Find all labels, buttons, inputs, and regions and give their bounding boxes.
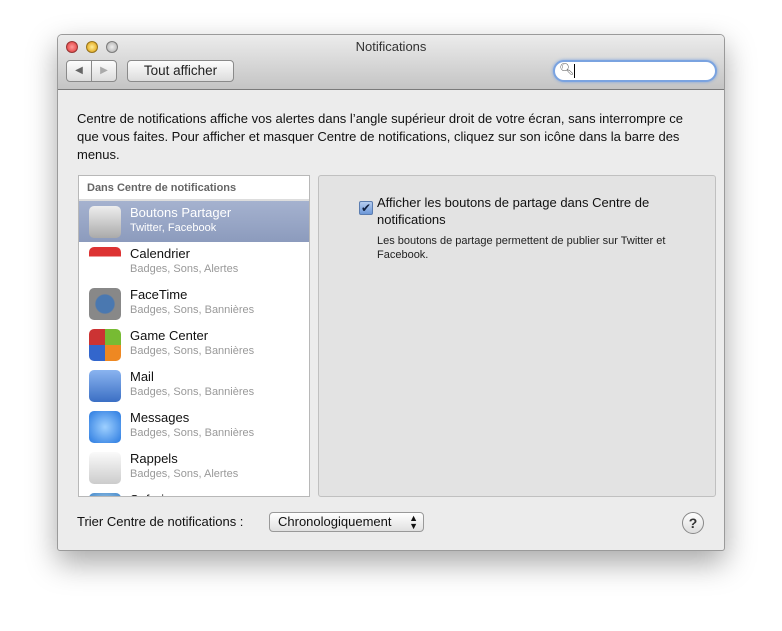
item-name: Rappels	[130, 451, 178, 466]
list-item[interactable]: Boutons Partager Twitter, Facebook	[79, 201, 309, 242]
item-name: Mail	[130, 369, 154, 384]
checkbox-description: Les boutons de partage permettent de pub…	[377, 235, 666, 261]
list-item[interactable]: Mail Badges, Sons, Bannières	[79, 365, 309, 406]
apps-list[interactable]: Dans Centre de notifications Boutons Par…	[78, 175, 310, 497]
back-button[interactable]: ◀	[66, 60, 92, 82]
help-button[interactable]: ?	[682, 512, 704, 534]
list-item[interactable]: Messages Badges, Sons, Bannières	[79, 406, 309, 447]
intro-text: Centre de notifications affiche vos aler…	[77, 111, 684, 162]
show-all-button[interactable]: Tout afficher	[127, 60, 234, 82]
reminders-icon	[89, 452, 121, 484]
item-name: Game Center	[130, 328, 209, 343]
share-buttons-checkbox[interactable]: ✔	[359, 201, 373, 215]
calendar-icon	[89, 247, 121, 279]
list-item[interactable]: Calendrier Badges, Sons, Alertes	[79, 242, 309, 283]
safari-icon	[89, 493, 121, 496]
search-icon: 🔍︎	[559, 62, 575, 76]
sort-label: Trier Centre de notifications :	[77, 514, 244, 529]
game-center-icon	[89, 329, 121, 361]
updown-arrows-icon: ▲ ▼	[409, 513, 418, 531]
checkbox-label[interactable]: Afficher les boutons de partage dans Cen…	[377, 194, 697, 228]
item-subtitle: Badges, Sons, Bannières	[130, 427, 255, 439]
search-input[interactable]: 🔍︎	[553, 60, 717, 82]
list-item[interactable]: Game Center Badges, Sons, Bannières	[79, 324, 309, 365]
list-item[interactable]: Rappels Badges, Sons, Alertes	[79, 447, 309, 488]
item-subtitle: Badges, Sons, Bannières	[130, 345, 255, 357]
settings-panel: ✔ Afficher les boutons de partage dans C…	[318, 175, 716, 497]
preferences-window: Notifications ◀ ▶ Tout afficher 🔍︎ Centr…	[57, 34, 725, 551]
item-subtitle: Badges, Sons, Alertes	[130, 468, 239, 480]
sort-value: Chronologiquement	[278, 514, 392, 529]
forward-button[interactable]: ▶	[91, 60, 117, 82]
list-item[interactable]: Safari	[79, 488, 309, 496]
item-name: Calendrier	[130, 246, 190, 261]
item-subtitle: Badges, Sons, Bannières	[130, 386, 255, 398]
messages-icon	[89, 411, 121, 443]
facetime-icon	[89, 288, 121, 320]
mail-icon	[89, 370, 121, 402]
item-name: Safari	[130, 492, 164, 496]
list-header: Dans Centre de notifications	[79, 176, 309, 201]
list-item[interactable]: FaceTime Badges, Sons, Bannières	[79, 283, 309, 324]
item-subtitle: Badges, Sons, Bannières	[130, 304, 255, 316]
toolbar: Notifications ◀ ▶ Tout afficher 🔍︎	[58, 35, 724, 90]
item-name: FaceTime	[130, 287, 188, 302]
share-icon	[89, 206, 121, 238]
item-name: Boutons Partager	[130, 205, 232, 220]
item-subtitle: Badges, Sons, Alertes	[130, 263, 239, 275]
item-name: Messages	[130, 410, 190, 425]
item-subtitle: Twitter, Facebook	[130, 222, 217, 234]
window-title: Notifications	[355, 39, 427, 54]
sort-select[interactable]: Chronologiquement ▲ ▼	[269, 512, 424, 532]
